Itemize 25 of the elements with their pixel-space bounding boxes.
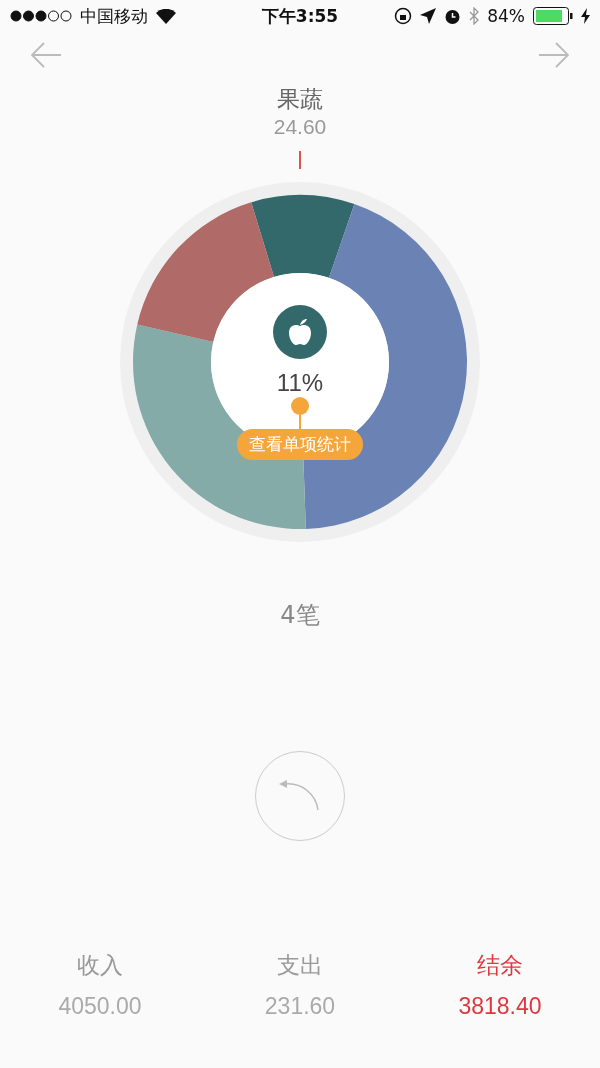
alarm-icon xyxy=(444,7,462,25)
forward-arrow-icon[interactable] xyxy=(538,41,570,69)
wifi-icon xyxy=(156,8,176,24)
category-percent: 11% xyxy=(276,369,324,397)
rotation-lock-icon xyxy=(394,7,413,25)
back-arrow-icon[interactable] xyxy=(30,41,62,69)
total-value: 3818.40 xyxy=(458,993,542,1020)
carrier-name: 中国移动 xyxy=(80,4,148,28)
category-amount: 24.60 xyxy=(273,115,327,139)
bluetooth-icon xyxy=(469,7,480,25)
signal-icon xyxy=(10,10,72,22)
battery-percent: 84% xyxy=(487,6,525,26)
view-detail-button[interactable]: 查看单项统计 xyxy=(237,429,363,460)
donut-chart-drawing[interactable] xyxy=(133,195,467,529)
total-label: 结余 xyxy=(477,951,523,980)
clock-time: 下午3:55 xyxy=(261,4,339,28)
total-value: 231.60 xyxy=(264,993,336,1020)
battery-icon xyxy=(533,7,573,25)
category-name: 果蔬 xyxy=(277,85,323,114)
location-icon xyxy=(420,8,437,24)
charging-icon xyxy=(581,8,590,24)
total-label: 支出 xyxy=(277,951,323,980)
total-value: 4050.00 xyxy=(58,993,142,1020)
record-count: 4笔 xyxy=(280,600,320,631)
total-label: 收入 xyxy=(77,951,123,980)
